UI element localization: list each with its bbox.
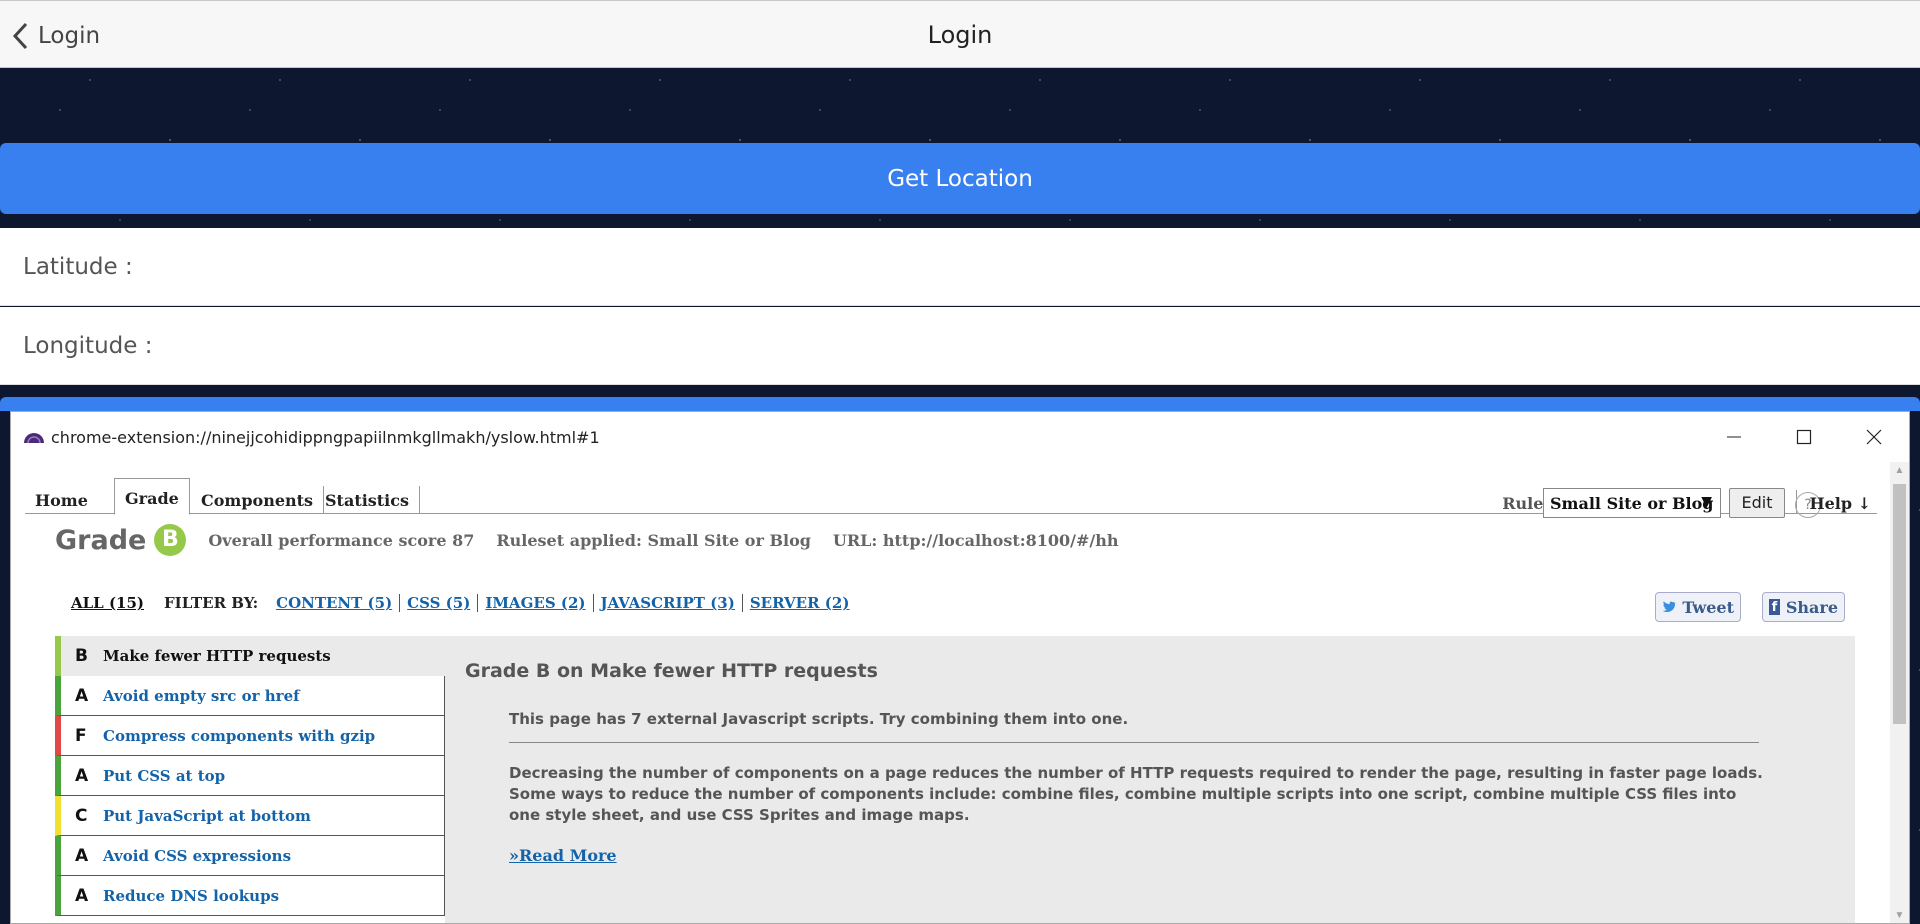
rule-grade: F — [75, 725, 87, 746]
rule-list-item[interactable]: B Make fewer HTTP requests — [55, 636, 445, 676]
get-location-button[interactable]: Get Location — [0, 143, 1920, 214]
filter-javascript-link[interactable]: JAVASCRIPT (3) — [601, 594, 743, 612]
ruleset-selected-value: Small Site or Blog — [1550, 494, 1714, 513]
filter-images-link[interactable]: IMAGES (2) — [485, 594, 594, 612]
latitude-row: Latitude : — [0, 228, 1920, 306]
yslow-popup-window: chrome-extension://ninejjcohidippngpapii… — [10, 411, 1910, 924]
rule-label: Avoid CSS expressions — [103, 846, 292, 865]
tab-bar: Home Grade Components Statistics Ruleset… — [25, 478, 1877, 518]
rule-list: B Make fewer HTTP requests A Avoid empty sr… — [55, 636, 445, 916]
filter-server-link[interactable]: SERVER (2) — [750, 594, 857, 612]
twitter-bird-icon — [1662, 601, 1676, 613]
tab-grade[interactable]: Grade — [114, 478, 190, 515]
facebook-icon: f — [1769, 599, 1780, 615]
ruleset-select[interactable]: Small Site or Blog ▼ — [1543, 488, 1721, 518]
longitude-label: Longitude : — [23, 332, 153, 359]
rule-label: Avoid empty src or href — [103, 686, 300, 705]
rule-list-item[interactable]: A Reduce DNS lookups — [55, 876, 445, 916]
rule-grade: A — [75, 885, 89, 906]
minimize-icon — [1727, 436, 1741, 438]
maximize-icon — [1796, 429, 1812, 445]
rule-list-item[interactable]: A Avoid empty src or href — [55, 676, 445, 716]
scroll-thumb[interactable] — [1893, 484, 1906, 724]
detail-description: Decreasing the number of components on a… — [509, 764, 1763, 824]
scroll-down-arrow-icon[interactable]: ▼ — [1890, 907, 1909, 923]
filter-by-label: FILTER BY: — [164, 594, 259, 612]
app-header: Login Login — [0, 0, 1920, 68]
window-titlebar: chrome-extension://ninejjcohidippngpapii… — [11, 412, 1909, 462]
longitude-row: Longitude : — [0, 307, 1920, 385]
minimize-button[interactable] — [1699, 412, 1769, 462]
share-label: Share — [1785, 597, 1838, 617]
detail-title: Grade B on Make fewer HTTP requests — [465, 660, 878, 682]
detail-divider — [509, 742, 1759, 743]
rule-grade: A — [75, 845, 89, 866]
filter-all-link[interactable]: ALL (15) — [71, 594, 144, 612]
rule-list-item[interactable]: C Put JavaScript at bottom — [55, 796, 445, 836]
tab-home[interactable]: Home — [25, 486, 98, 514]
tab-statistics[interactable]: Statistics — [315, 486, 421, 514]
tweet-label: Tweet — [1682, 597, 1734, 617]
latitude-label: Latitude : — [23, 253, 133, 280]
detail-message: This page has 7 external Javascript scri… — [509, 710, 1129, 728]
rule-grade: A — [75, 685, 89, 706]
share-button[interactable]: f Share — [1762, 592, 1845, 622]
scroll-up-arrow-icon[interactable]: ▲ — [1890, 462, 1909, 480]
window-url: chrome-extension://ninejjcohidippngpapii… — [51, 427, 600, 447]
close-icon — [1866, 429, 1882, 445]
rule-detail-panel: Grade B on Make fewer HTTP requests This… — [445, 636, 1855, 923]
grade-badge: B — [154, 524, 187, 556]
dropdown-arrow-icon: ▼ — [1701, 494, 1712, 510]
overall-score: Overall performance score 87 — [208, 530, 475, 550]
rule-list-item[interactable]: A Put CSS at top — [55, 756, 445, 796]
filter-content-link[interactable]: CONTENT (5) — [276, 594, 401, 612]
page-title: Login — [927, 21, 993, 49]
rule-label: Make fewer HTTP requests — [103, 647, 331, 665]
window-controls — [1699, 412, 1909, 462]
read-more-link[interactable]: »Read More — [509, 846, 617, 865]
rule-label: Put CSS at top — [103, 766, 226, 785]
ruleset-applied: Ruleset applied: Small Site or Blog — [496, 530, 811, 550]
help-link[interactable]: Help ↓ — [1809, 494, 1871, 513]
tab-components[interactable]: Components — [191, 486, 325, 514]
tweet-button[interactable]: Tweet — [1655, 592, 1741, 622]
rule-grade: A — [75, 765, 89, 786]
rule-label: Compress components with gzip — [103, 726, 376, 745]
rule-list-item[interactable]: A Avoid CSS expressions — [55, 836, 445, 876]
grade-summary: Grade B Overall performance score 87 Rul… — [55, 520, 1141, 560]
filter-bar: ALL (15) FILTER BY: CONTENT (5) CSS (5) … — [71, 592, 863, 614]
edit-ruleset-button[interactable]: Edit — [1729, 488, 1785, 518]
grade-heading: Grade — [55, 524, 147, 556]
filter-css-link[interactable]: CSS (5) — [407, 594, 479, 612]
close-button[interactable] — [1839, 412, 1909, 462]
rule-list-item[interactable]: F Compress components with gzip — [55, 716, 445, 756]
maximize-button[interactable] — [1769, 412, 1839, 462]
vertical-scrollbar[interactable]: ▲ ▼ — [1890, 462, 1909, 923]
page-url: URL: http://localhost:8100/#/hh — [832, 530, 1119, 550]
rule-grade: C — [75, 805, 88, 826]
rule-label: Put JavaScript at bottom — [103, 806, 311, 825]
yslow-logo-icon — [24, 433, 44, 444]
rule-label: Reduce DNS lookups — [103, 886, 280, 905]
rule-grade: B — [75, 646, 88, 666]
button-edge — [0, 397, 1920, 411]
